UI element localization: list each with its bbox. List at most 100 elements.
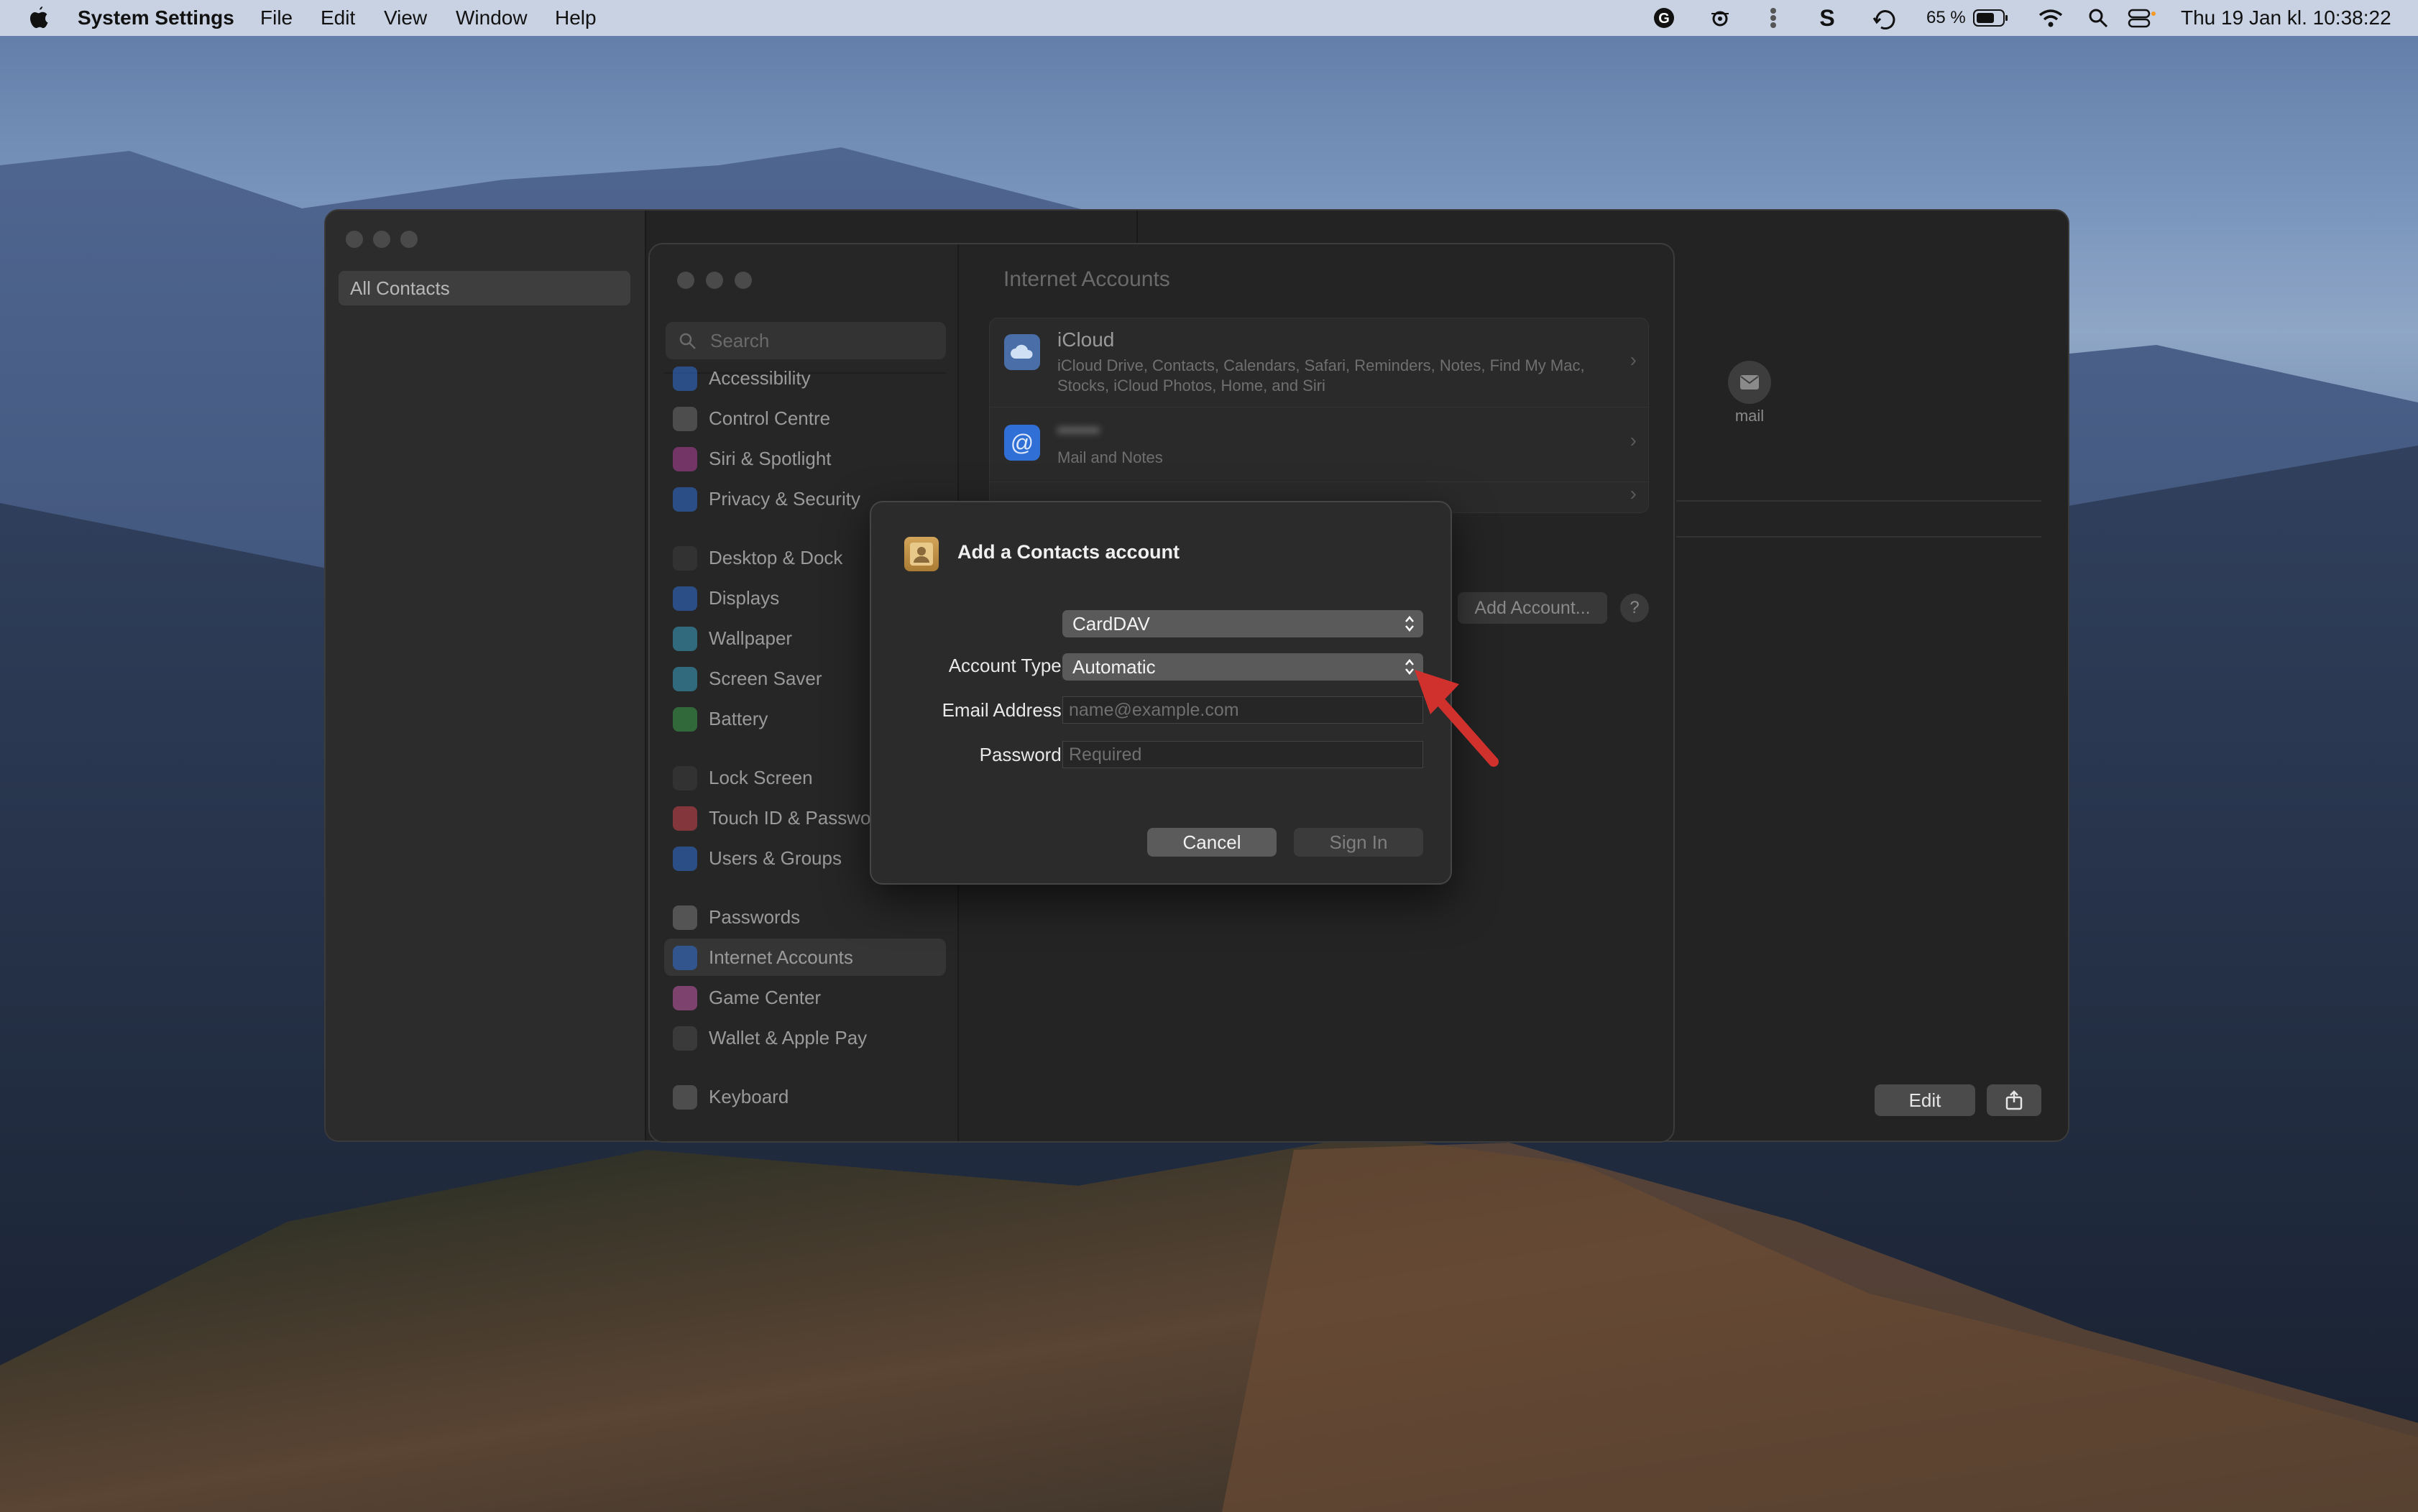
app-menu[interactable]: System Settings bbox=[78, 0, 234, 36]
sidebar-item-label: Privacy & Security bbox=[709, 488, 860, 510]
sidebar-item-accessibility[interactable]: Accessibility bbox=[664, 359, 946, 397]
users-icon bbox=[673, 847, 697, 871]
sidebar-item-label: Internet Accounts bbox=[709, 946, 853, 968]
mail-action-button[interactable] bbox=[1728, 361, 1771, 404]
sidebar-item-label: Lock Screen bbox=[709, 767, 813, 788]
wallpaper-icon bbox=[673, 627, 697, 651]
account-type-popup[interactable]: Automatic bbox=[1062, 653, 1423, 681]
contacts-sidebar: All Contacts bbox=[326, 211, 646, 1140]
account-subtitle: iCloud Drive, Contacts, Calendars, Safar… bbox=[1057, 356, 1585, 395]
account-type-value: Automatic bbox=[1072, 656, 1156, 678]
sidebar-item-label: Passwords bbox=[709, 906, 801, 928]
email-field[interactable]: name@example.com bbox=[1062, 696, 1423, 724]
account-row-mail[interactable]: @ •••••• Mail and Notes › bbox=[990, 407, 1648, 482]
search-icon bbox=[679, 333, 696, 349]
at-sign-icon: @ bbox=[1004, 425, 1040, 461]
envelope-icon bbox=[1740, 375, 1759, 389]
control-centre-icon bbox=[673, 407, 697, 431]
screen-saver-icon bbox=[673, 667, 697, 691]
sidebar-item-label: Game Center bbox=[709, 987, 822, 1008]
menu-window[interactable]: Window bbox=[456, 0, 528, 36]
battery-percent: 65 % bbox=[1926, 8, 1966, 27]
sidebar-item-label: Wallet & Apple Pay bbox=[709, 1027, 868, 1048]
bug-icon[interactable] bbox=[1708, 6, 1732, 29]
add-contacts-account-dialog: Add a Contacts account CardDAV Account T… bbox=[870, 501, 1452, 885]
sidebar-item-keyboard[interactable]: Keyboard bbox=[664, 1078, 946, 1115]
siri-icon bbox=[673, 447, 697, 471]
svg-text:S: S bbox=[1819, 6, 1834, 29]
close-button[interactable] bbox=[346, 231, 363, 248]
account-subtitle: Mail and Notes bbox=[1057, 448, 1163, 466]
annotation-arrow bbox=[1415, 670, 1499, 767]
battery-icon[interactable] bbox=[1972, 6, 2010, 29]
account-provider-value: CardDAV bbox=[1072, 613, 1150, 635]
sidebar-item-label: Control Centre bbox=[709, 407, 831, 429]
password-field[interactable]: Required bbox=[1062, 741, 1423, 768]
fingerprint-icon bbox=[673, 806, 697, 831]
zoom-button[interactable] bbox=[735, 272, 752, 289]
sidebar-item-label: Keyboard bbox=[709, 1086, 789, 1107]
chevron-updown-icon bbox=[1402, 610, 1417, 637]
chevron-right-icon: › bbox=[1629, 482, 1637, 504]
menu-help[interactable]: Help bbox=[555, 0, 597, 36]
control-centre-icon[interactable] bbox=[2128, 6, 2156, 29]
menu-clock[interactable]: Thu 19 Jan kl. 10:38:22 bbox=[2181, 0, 2391, 36]
minimize-button[interactable] bbox=[373, 231, 390, 248]
menu-view[interactable]: View bbox=[384, 0, 427, 36]
contacts-app-icon bbox=[904, 537, 939, 571]
share-button[interactable] bbox=[1987, 1084, 2041, 1116]
account-provider-popup[interactable]: CardDAV bbox=[1062, 610, 1423, 637]
sidebar-item-internet-accounts[interactable]: Internet Accounts bbox=[664, 939, 946, 976]
grammarly-icon[interactable]: G bbox=[1652, 6, 1676, 29]
sidebar-item-control-centre[interactable]: Control Centre bbox=[664, 400, 946, 437]
account-row-icloud[interactable]: iCloud iCloud Drive, Contacts, Calendars… bbox=[990, 318, 1648, 407]
dialog-title: Add a Contacts account bbox=[957, 541, 1180, 563]
search-input[interactable]: Search bbox=[666, 322, 946, 359]
sidebar-item-label: Accessibility bbox=[709, 367, 811, 389]
lock-icon bbox=[673, 766, 697, 790]
sidebar-item-game-center[interactable]: Game Center bbox=[664, 979, 946, 1016]
close-button[interactable] bbox=[677, 272, 694, 289]
minimize-button[interactable] bbox=[706, 272, 723, 289]
zoom-button[interactable] bbox=[400, 231, 418, 248]
sidebar-item-label: Siri & Spotlight bbox=[709, 448, 832, 469]
help-button[interactable]: ? bbox=[1620, 594, 1649, 622]
battery-icon bbox=[673, 707, 697, 732]
sidebar-item-label: Wallpaper bbox=[709, 627, 793, 649]
menu-file[interactable]: File bbox=[260, 0, 293, 36]
detail-divider bbox=[1676, 500, 2041, 502]
all-contacts-item[interactable]: All Contacts bbox=[339, 271, 630, 305]
sign-in-button[interactable]: Sign In bbox=[1294, 828, 1423, 857]
sidebar-item-label: Desktop & Dock bbox=[709, 547, 843, 568]
at-icon bbox=[673, 946, 697, 970]
keyboard-icon bbox=[673, 1085, 697, 1110]
sidebar-item-label: Touch ID & Passwo bbox=[709, 807, 871, 829]
sidebar-item-label: Screen Saver bbox=[709, 668, 822, 689]
detail-divider bbox=[1676, 536, 2041, 538]
sidebar-item-siri-spotlight[interactable]: Siri & Spotlight bbox=[664, 440, 946, 477]
wallet-icon bbox=[673, 1026, 697, 1051]
chevron-right-icon: › bbox=[1629, 349, 1637, 371]
menu-edit[interactable]: Edit bbox=[321, 0, 355, 36]
wifi-icon[interactable] bbox=[2037, 6, 2064, 29]
spotlight-search-icon[interactable] bbox=[2087, 6, 2109, 29]
sidebar-item-wallet-apple-pay[interactable]: Wallet & Apple Pay bbox=[664, 1019, 946, 1056]
apple-logo-icon[interactable] bbox=[27, 6, 50, 29]
accounts-list: iCloud iCloud Drive, Contacts, Calendars… bbox=[989, 318, 1649, 513]
cancel-button[interactable]: Cancel bbox=[1147, 828, 1277, 857]
droplet-stack-icon[interactable] bbox=[1764, 6, 1783, 29]
key-icon bbox=[673, 905, 697, 930]
email-label: Email Address: bbox=[942, 699, 1067, 721]
sidebar-item-passwords[interactable]: Passwords bbox=[664, 898, 946, 936]
sidebar-item-label: Displays bbox=[709, 587, 780, 609]
s-app-icon[interactable]: S bbox=[1816, 6, 1839, 29]
edit-button[interactable]: Edit bbox=[1875, 1084, 1975, 1116]
account-title: iCloud bbox=[1057, 328, 1115, 351]
time-machine-icon[interactable] bbox=[1872, 6, 1899, 29]
chevron-right-icon: › bbox=[1629, 429, 1637, 451]
svg-text:G: G bbox=[1658, 11, 1670, 27]
share-icon bbox=[2005, 1090, 2023, 1110]
game-center-icon bbox=[673, 986, 697, 1010]
add-account-button[interactable]: Add Account... bbox=[1458, 592, 1607, 624]
account-title: •••••• bbox=[1057, 419, 1100, 441]
